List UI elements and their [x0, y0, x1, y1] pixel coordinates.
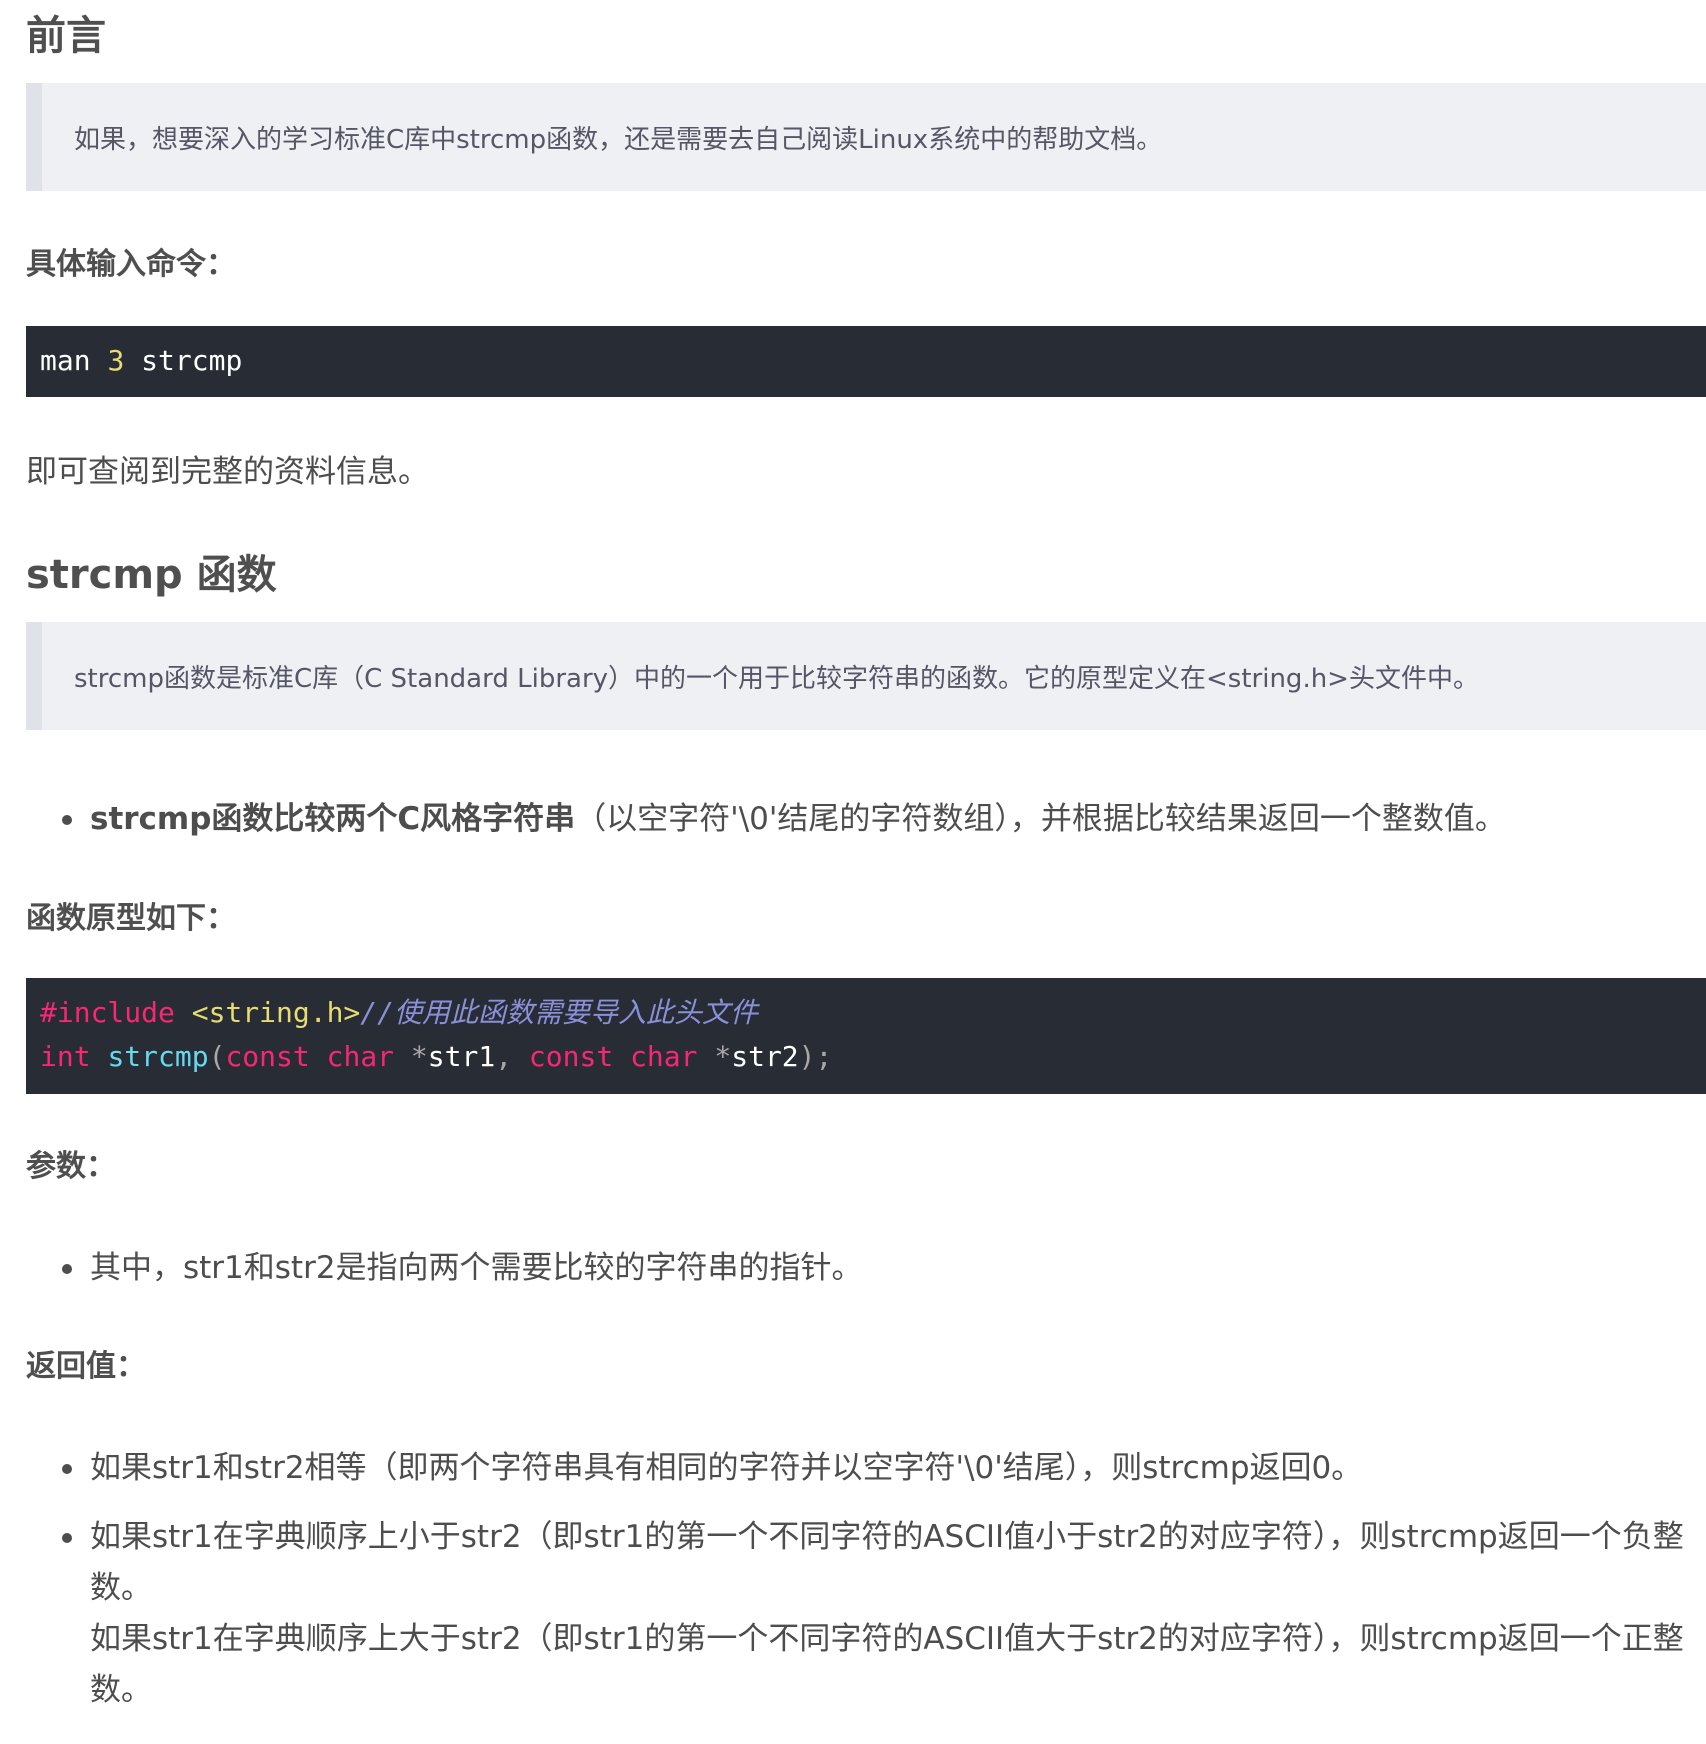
code-line: #include <string.h>//使用此函数需要导入此头文件	[40, 991, 1706, 1035]
code-token: ,	[495, 1040, 513, 1073]
list-item-text: （以空字符'\0'结尾的字符数组），并根据比较结果返回一个整数值。	[575, 801, 1506, 837]
bullet-icon	[62, 1533, 72, 1543]
list-item: 如果str1在字典顺序上小于str2（即str1的第一个不同字符的ASCII值小…	[26, 1512, 1706, 1716]
return-values-list: 如果str1和str2相等（即两个字符串具有相同的字符并以空字符'\0'结尾），…	[26, 1443, 1706, 1716]
code-token: strcmp	[107, 1040, 209, 1073]
code-token: *	[410, 1040, 428, 1073]
heading-strcmp: strcmp 函数	[26, 552, 277, 598]
list-item: 其中，str1和str2是指向两个需要比较的字符串的指针。	[26, 1243, 1706, 1294]
bullet-icon	[62, 815, 72, 825]
code-token: str1	[427, 1040, 496, 1073]
list-item: strcmp函数比较两个C风格字符串（以空字符'\0'结尾的字符数组），并根据比…	[26, 794, 1706, 845]
list-item-text: 其中，str1和str2是指向两个需要比较的字符串的指针。	[90, 1250, 863, 1286]
code-token: const	[528, 1040, 614, 1073]
strcmp-description-list: strcmp函数比较两个C风格字符串（以空字符'\0'结尾的字符数组），并根据比…	[26, 794, 1706, 845]
code-line: man 3 strcmp	[40, 339, 1706, 383]
code-token: str2	[731, 1040, 799, 1073]
code-token: <string.h>	[191, 996, 361, 1029]
after-command-text: 即可查阅到完整的资料信息。	[26, 454, 429, 490]
strcmp-blockquote: strcmp函数是标准C库（C Standard Library）中的一个用于比…	[26, 622, 1706, 730]
code-token: strcmp	[141, 344, 243, 377]
heading-preface: 前言	[26, 13, 106, 59]
command-label: 具体输入命令：	[26, 247, 236, 282]
code-token: );	[798, 1040, 833, 1073]
return-label: 返回值：	[26, 1349, 146, 1384]
prototype-code-block[interactable]: #include <string.h>//使用此函数需要导入此头文件 int s…	[26, 978, 1706, 1094]
code-token: *	[714, 1040, 732, 1073]
bullet-icon	[62, 1464, 72, 1474]
code-token: (	[208, 1040, 226, 1073]
code-token: char	[630, 1040, 698, 1073]
bullet-icon	[62, 1264, 72, 1274]
code-line: int strcmp(const char *str1, const char …	[40, 1035, 1706, 1079]
code-token: int	[40, 1040, 91, 1073]
code-token: char	[326, 1040, 395, 1073]
strcmp-quote-text: strcmp函数是标准C库（C Standard Library）中的一个用于比…	[74, 663, 1479, 694]
code-token: man	[40, 344, 91, 377]
preface-quote-text: 如果，想要深入的学习标准C库中strcmp函数，还是需要去自己阅读Linux系统…	[74, 124, 1163, 155]
list-item-text: 如果str1和str2相等（即两个字符串具有相同的字符并以空字符'\0'结尾），…	[90, 1450, 1363, 1486]
bold-text: strcmp函数比较两个C风格字符串	[90, 801, 576, 837]
params-list: 其中，str1和str2是指向两个需要比较的字符串的指针。	[26, 1243, 1706, 1294]
command-code-block[interactable]: man 3 strcmp	[26, 326, 1706, 397]
code-comment: //使用此函数需要导入此头文件	[360, 996, 759, 1029]
code-token: #include	[40, 996, 175, 1029]
list-item: 如果str1和str2相等（即两个字符串具有相同的字符并以空字符'\0'结尾），…	[26, 1443, 1706, 1494]
code-token: 3	[107, 344, 125, 377]
params-label: 参数：	[26, 1149, 116, 1184]
preface-blockquote: 如果，想要深入的学习标准C库中strcmp函数，还是需要去自己阅读Linux系统…	[26, 83, 1706, 191]
code-token: const	[225, 1040, 310, 1073]
list-item-text: 如果str1在字典顺序上大于str2（即str1的第一个不同字符的ASCII值大…	[90, 1621, 1684, 1708]
list-item-text: 如果str1在字典顺序上小于str2（即str1的第一个不同字符的ASCII值小…	[90, 1519, 1684, 1606]
prototype-label: 函数原型如下：	[26, 901, 236, 936]
